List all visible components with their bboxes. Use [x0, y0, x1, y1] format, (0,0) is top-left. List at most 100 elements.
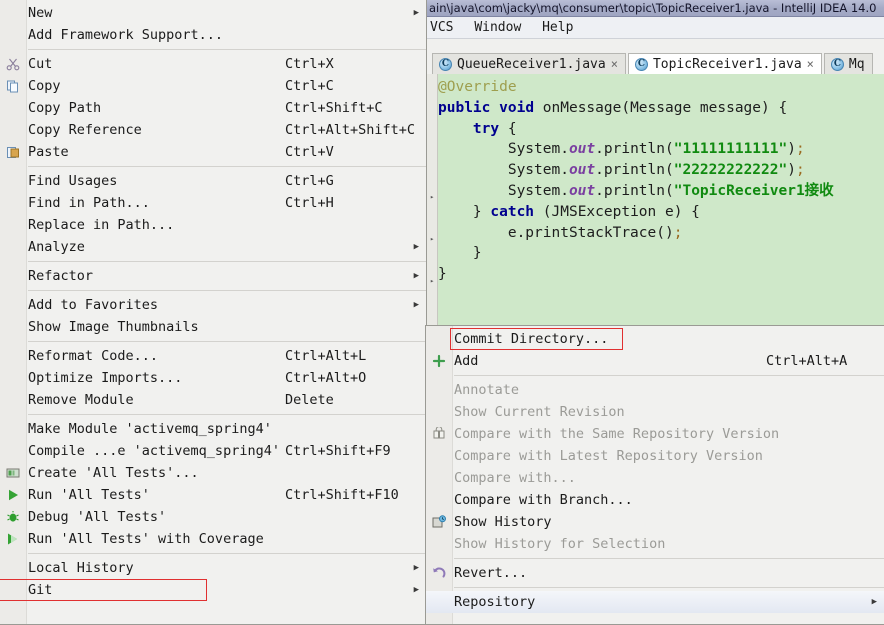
context-menu-item-find-usages[interactable]: Find Usages Ctrl+G — [0, 170, 426, 192]
context-menu-item-compile-e-activemq-spring4[interactable]: Compile ...e 'activemq_spring4' Ctrl+Shif… — [0, 440, 426, 462]
menu-item-label: Git — [28, 582, 53, 598]
editor-tab-3[interactable]: C Mq — [823, 53, 873, 74]
menu-item-label: Analyze — [28, 239, 85, 255]
java-class-icon: C — [439, 57, 452, 71]
menu-item-label: Show Current Revision — [454, 404, 625, 420]
menu-item-help[interactable]: Help — [542, 20, 573, 35]
git-menu-item-show-history-for-selection[interactable]: Show History for Selection — [426, 533, 884, 555]
context-menu-item-find-in-path[interactable]: Find in Path... Ctrl+H — [0, 192, 426, 214]
context-menu-item-new[interactable]: New ▶ — [0, 2, 426, 24]
code-token: ; — [673, 224, 683, 241]
window-title-bar: ain\java\com\jacky\mq\consumer\topic\Top… — [426, 0, 884, 17]
context-menu-item-make-module-activemq-spring4[interactable]: Make Module 'activemq_spring4' — [0, 418, 426, 440]
menu-item-label: Cut — [28, 56, 53, 72]
menu-item-label: Commit Directory... — [454, 331, 609, 347]
ide-menu-bar[interactable]: VCS Window Help — [426, 17, 884, 39]
context-menu-item-git[interactable]: Git ▶ — [0, 579, 426, 601]
compare-icon — [429, 425, 448, 443]
code-token: e.printStackTrace() — [507, 224, 674, 241]
code-line: e.printStackTrace(); — [438, 223, 834, 244]
code-token: "TopicReceiver1接收 — [673, 182, 834, 199]
context-menu-item-add-framework-support[interactable]: Add Framework Support... — [0, 24, 426, 46]
menu-item-label: Reformat Code... — [28, 348, 159, 364]
context-menu-item-reformat-code[interactable]: Reformat Code... Ctrl+Alt+L — [0, 345, 426, 367]
context-menu-item-analyze[interactable]: Analyze ▶ — [0, 236, 426, 258]
fold-marker-icon[interactable]: ▸ — [430, 278, 435, 285]
code-token: catch — [490, 203, 535, 220]
menu-item-label: Replace in Path... — [28, 217, 175, 233]
close-icon[interactable]: × — [611, 57, 618, 71]
history-icon — [429, 513, 448, 531]
git-menu-item-commit-directory[interactable]: Commit Directory... — [426, 328, 884, 350]
screen: ain\java\com\jacky\mq\consumer\topic\Top… — [0, 0, 884, 625]
chevron-right-icon: ▶ — [413, 585, 419, 595]
git-menu-item-annotate[interactable]: Annotate — [426, 379, 884, 401]
code-text[interactable]: @Override public void onMessage(Message m… — [438, 74, 834, 285]
git-menu-item-add[interactable]: Add Ctrl+Alt+A — [426, 350, 884, 372]
fold-marker-icon[interactable]: ▸ — [430, 236, 435, 243]
git-menu-item-compare-with-branch[interactable]: Compare with Branch... — [426, 489, 884, 511]
context-menu-item-run-all-tests-with-coverage[interactable]: Run 'All Tests' with Coverage — [0, 528, 426, 550]
code-token: "22222222222" — [673, 162, 788, 179]
menu-separator — [28, 414, 426, 415]
menu-item-label: Compare with Branch... — [454, 492, 633, 508]
context-menu-item-debug-all-tests[interactable]: Debug 'All Tests' — [0, 506, 426, 528]
menu-separator — [28, 290, 426, 291]
context-menu-item-cut[interactable]: Cut Ctrl+X — [0, 53, 426, 75]
menu-item-vcs[interactable]: VCS — [430, 20, 453, 35]
menu-separator — [28, 553, 426, 554]
editor-gutter[interactable]: ▸ ▸ ▸ — [426, 74, 438, 332]
context-menu-item-copy[interactable]: Copy Ctrl+C — [0, 75, 426, 97]
menu-item-shortcut: Ctrl+Alt+O — [285, 370, 367, 386]
context-menu-item-show-image-thumbnails[interactable]: Show Image Thumbnails — [0, 316, 426, 338]
git-menu-item-revert[interactable]: Revert... — [426, 562, 884, 584]
menu-item-shortcut: Ctrl+Alt+A — [766, 353, 848, 369]
context-menu-item-create-all-tests[interactable]: Create 'All Tests'... — [0, 462, 426, 484]
code-token: ; — [795, 141, 805, 158]
editor-tab-label: QueueReceiver1.java — [457, 56, 606, 72]
git-menu-item-compare-with[interactable]: Compare with... — [426, 467, 884, 489]
menu-item-label: Revert... — [454, 565, 528, 581]
menu-item-window[interactable]: Window — [474, 20, 521, 35]
context-menu-item-copy-path[interactable]: Copy Path Ctrl+Shift+C — [0, 97, 426, 119]
fold-marker-icon[interactable]: ▸ — [430, 194, 435, 201]
run-icon — [3, 486, 22, 504]
menu-item-label: Run 'All Tests' — [28, 487, 150, 503]
git-menu-item-compare-with-the-same-repository-version[interactable]: Compare with the Same Repository Version — [426, 423, 884, 445]
code-editor[interactable]: ▸ ▸ ▸ @Override public void onMessage(Mes… — [426, 74, 884, 332]
plus-icon — [429, 352, 448, 370]
code-token: ) — [787, 141, 796, 158]
code-line: System.out.println("TopicReceiver1接收 — [438, 181, 834, 202]
menu-item-label: Debug 'All Tests' — [28, 509, 167, 525]
git-submenu[interactable]: Commit Directory... Add Ctrl+Alt+A Annotate… — [425, 325, 884, 625]
context-menu-item-paste[interactable]: Paste Ctrl+V — [0, 141, 426, 163]
context-menu-item-run-all-tests[interactable]: Run 'All Tests' Ctrl+Shift+F10 — [0, 484, 426, 506]
menu-item-shortcut: Ctrl+Shift+C — [285, 100, 383, 116]
menu-item-label: Repository — [454, 594, 536, 610]
editor-tabs: C QueueReceiver1.java × C TopicReceiver1.jav… — [432, 53, 875, 74]
menu-item-label: Add Framework Support... — [28, 27, 224, 43]
menu-separator — [454, 375, 884, 376]
git-menu-item-show-current-revision[interactable]: Show Current Revision — [426, 401, 884, 423]
menu-item-label: Find Usages — [28, 173, 118, 189]
menu-item-label: Compare with Latest Repository Version — [454, 448, 763, 464]
editor-tab-2[interactable]: C TopicReceiver1.java × — [627, 53, 822, 74]
menu-item-label: Show Image Thumbnails — [28, 319, 199, 335]
coverage-icon — [3, 530, 22, 548]
context-menu-item-refactor[interactable]: Refactor ▶ — [0, 265, 426, 287]
context-menu-item-local-history[interactable]: Local History ▶ — [0, 557, 426, 579]
context-menu-item-optimize-imports[interactable]: Optimize Imports... Ctrl+Alt+O — [0, 367, 426, 389]
project-context-menu[interactable]: New ▶ Add Framework Support... Cut Ctrl+X Cop… — [0, 0, 427, 625]
context-menu-item-add-to-favorites[interactable]: Add to Favorites ▶ — [0, 294, 426, 316]
git-menu-item-compare-with-latest-repository-version[interactable]: Compare with Latest Repository Version — [426, 445, 884, 467]
menu-item-label: Compare with the Same Repository Version — [454, 426, 780, 442]
code-line: try { — [438, 119, 834, 140]
git-menu-item-repository[interactable]: Repository ▶ — [426, 591, 884, 613]
editor-tab-1[interactable]: C QueueReceiver1.java × — [432, 53, 626, 74]
context-menu-item-replace-in-path[interactable]: Replace in Path... — [0, 214, 426, 236]
context-menu-item-remove-module[interactable]: Remove Module Delete — [0, 389, 426, 411]
close-icon[interactable]: × — [807, 57, 814, 71]
context-menu-item-copy-reference[interactable]: Copy Reference Ctrl+Alt+Shift+C — [0, 119, 426, 141]
menu-item-shortcut: Ctrl+G — [285, 173, 334, 189]
git-menu-item-show-history[interactable]: Show History — [426, 511, 884, 533]
